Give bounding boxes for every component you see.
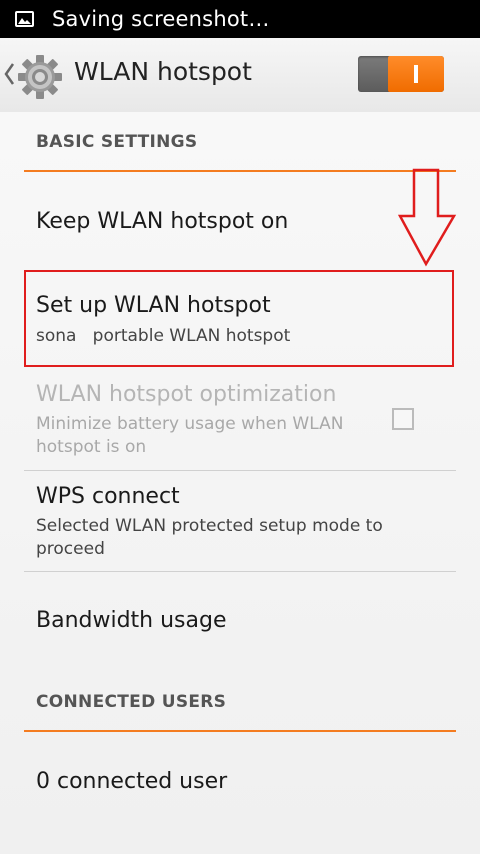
section-divider [24, 730, 456, 732]
action-bar: WLAN hotspot [0, 38, 480, 113]
screen: Saving screenshot… WLAN hotspot BASIC SE… [0, 0, 480, 854]
hotspot-toggle[interactable] [358, 56, 444, 92]
list-item-setup-hotspot[interactable] [24, 272, 456, 365]
optimization-subtitle: Minimize battery usage when WLAN hotspot… [36, 414, 344, 457]
page-title: WLAN hotspot [74, 57, 252, 86]
status-text: Saving screenshot… [52, 7, 270, 31]
wps-subtitle: Selected WLAN protected setup mode to pr… [36, 516, 383, 559]
settings-list: BASIC SETTINGS Keep WLAN hotspot on Set … [0, 112, 480, 854]
optimization-title: WLAN hotspot optimization [36, 382, 337, 407]
wps-title: WPS connect [36, 484, 180, 509]
back-chevron-icon[interactable] [3, 62, 15, 86]
settings-gear-icon[interactable] [16, 53, 64, 101]
section-header-connected: CONNECTED USERS [36, 692, 227, 712]
setup-subtitle: sona portable WLAN hotspot [36, 326, 291, 346]
status-bar: Saving screenshot… [0, 0, 480, 38]
connected-count: 0 connected user [36, 769, 228, 794]
toggle-knob-on [388, 56, 444, 92]
section-divider [24, 170, 456, 172]
section-header-basic: BASIC SETTINGS [36, 132, 198, 152]
setup-title: Set up WLAN hotspot [36, 293, 271, 318]
optimization-checkbox [392, 408, 414, 430]
bandwidth-title: Bandwidth usage [36, 608, 227, 633]
image-icon [15, 11, 34, 27]
row-divider [24, 470, 456, 471]
row-divider [24, 571, 456, 572]
keep-on-title: Keep WLAN hotspot on [36, 209, 289, 234]
